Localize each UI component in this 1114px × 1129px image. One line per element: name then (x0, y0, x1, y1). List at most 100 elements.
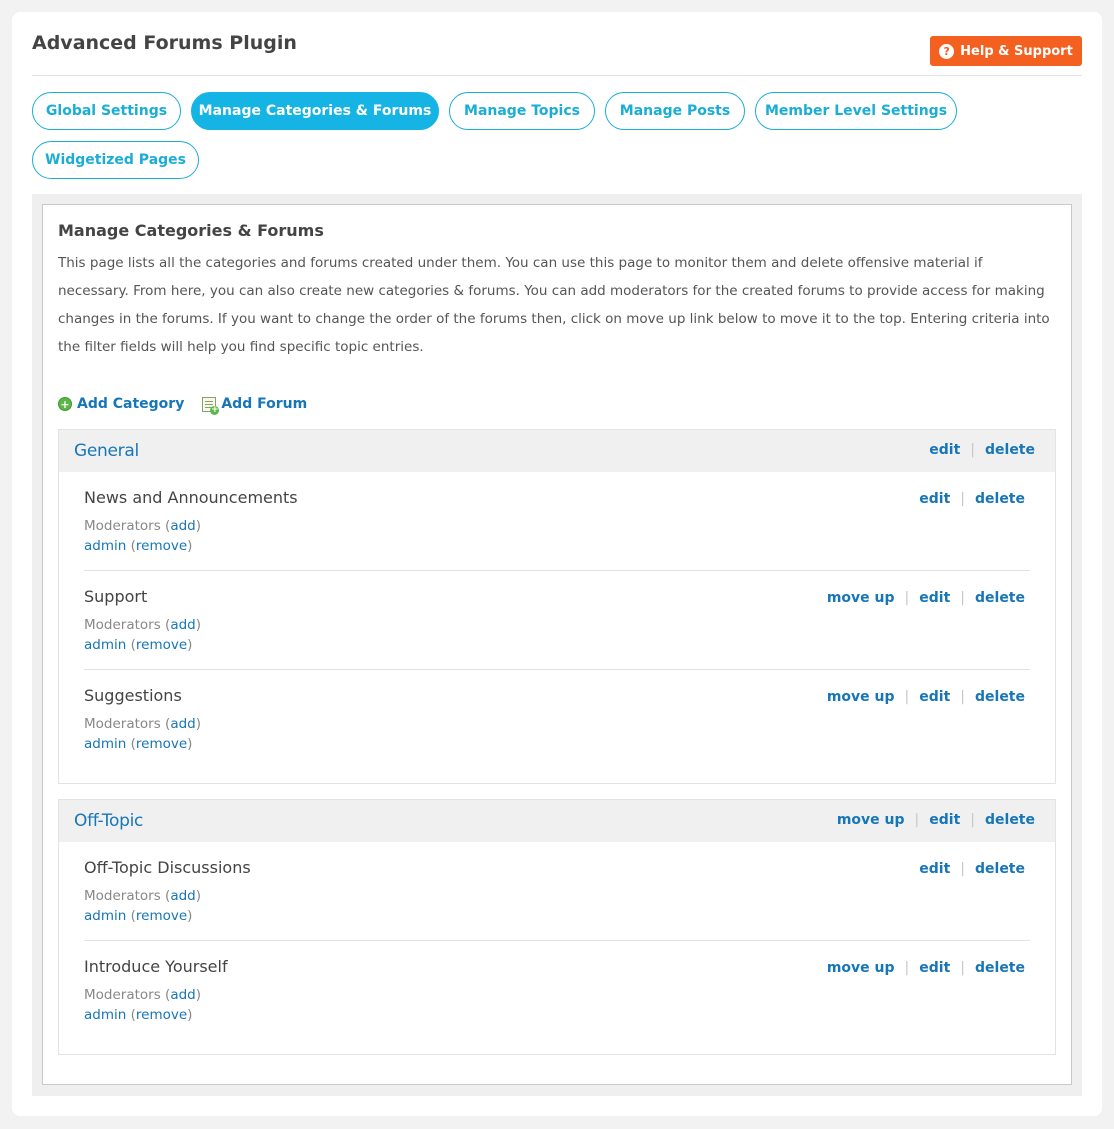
forum-name: Off-Topic Discussions (84, 858, 251, 877)
add-links: + Add Category Add Forum (58, 393, 307, 415)
plugin-card: Advanced Forums Plugin ? Help & Support … (12, 12, 1102, 1116)
add-moderator-link[interactable]: add (170, 518, 195, 534)
forum-actions: edit | delete (919, 491, 1025, 507)
delete-link[interactable]: delete (975, 689, 1025, 705)
tab-member-level-settings[interactable]: Member Level Settings (755, 92, 957, 130)
separator: | (970, 812, 975, 828)
paren: ) (187, 637, 193, 653)
moderator-entry: admin (remove) (84, 908, 192, 924)
edit-link[interactable]: edit (919, 491, 950, 507)
question-icon: ? (939, 43, 955, 59)
delete-link[interactable]: delete (975, 861, 1025, 877)
add-circle-icon: + (58, 397, 72, 411)
category-off-topic: Off-Topic move up | edit | delete Off-To… (58, 799, 1056, 1055)
paren: ) (195, 617, 202, 633)
remove-moderator-link[interactable]: remove (136, 538, 187, 554)
separator: | (904, 960, 910, 976)
moderator-entry: admin (remove) (84, 1007, 192, 1023)
edit-link[interactable]: edit (919, 960, 950, 976)
moderators-line: Moderators (add) (84, 888, 201, 904)
separator: | (914, 812, 920, 828)
moderators-line: Moderators (add) (84, 716, 201, 732)
edit-link[interactable]: edit (929, 442, 960, 458)
moderator-name[interactable]: admin (84, 736, 126, 752)
move-up-link[interactable]: move up (827, 590, 895, 606)
category-name[interactable]: Off-Topic (74, 811, 143, 831)
moderator-entry: admin (remove) (84, 736, 192, 752)
paren: ) (187, 1007, 193, 1023)
separator: | (960, 960, 965, 976)
tab-manage-posts[interactable]: Manage Posts (605, 92, 745, 130)
manage-panel: Manage Categories & Forums This page lis… (42, 204, 1072, 1085)
move-up-link[interactable]: move up (837, 812, 905, 828)
forum-name: News and Announcements (84, 488, 298, 507)
separator: | (960, 861, 965, 877)
moderator-name[interactable]: admin (84, 637, 126, 653)
delete-link[interactable]: delete (985, 812, 1035, 828)
forum-name: Support (84, 587, 148, 606)
add-moderator-link[interactable]: add (170, 987, 195, 1003)
moderators-label: Moderators (84, 518, 161, 534)
add-forum-label: Add Forum (221, 396, 308, 412)
separator: | (904, 689, 910, 705)
remove-moderator-link[interactable]: remove (136, 1007, 187, 1023)
move-up-link[interactable]: move up (827, 689, 895, 705)
separator: | (960, 491, 965, 507)
moderators-line: Moderators (add) (84, 617, 201, 633)
add-forum-link[interactable]: Add Forum (202, 396, 308, 415)
moderator-name[interactable]: admin (84, 538, 126, 554)
edit-link[interactable]: edit (919, 590, 950, 606)
tab-manage-categories-forums[interactable]: Manage Categories & Forums (191, 92, 439, 130)
remove-moderator-link[interactable]: remove (136, 908, 187, 924)
forum-name: Introduce Yourself (84, 957, 228, 976)
content-area: Manage Categories & Forums This page lis… (32, 194, 1082, 1096)
forum-actions: move up | edit | delete (827, 689, 1025, 705)
moderator-name[interactable]: admin (84, 1007, 126, 1023)
delete-link[interactable]: delete (985, 442, 1035, 458)
paren: ) (195, 987, 202, 1003)
add-moderator-link[interactable]: add (170, 617, 195, 633)
tab-global-settings[interactable]: Global Settings (32, 92, 181, 130)
delete-link[interactable]: delete (975, 491, 1025, 507)
add-moderator-link[interactable]: add (170, 716, 195, 732)
help-support-button[interactable]: ? Help & Support (930, 36, 1082, 66)
moderators-label: Moderators (84, 888, 161, 904)
delete-link[interactable]: delete (975, 960, 1025, 976)
tab-widgetized-pages[interactable]: Widgetized Pages (32, 141, 199, 179)
moderator-name[interactable]: admin (84, 908, 126, 924)
category-general: General edit | delete News and Announcem… (58, 429, 1056, 784)
add-moderator-link[interactable]: add (170, 888, 195, 904)
add-forum-icon (202, 396, 220, 415)
panel-description: This page lists all the categories and f… (58, 255, 1050, 355)
edit-link[interactable]: edit (929, 812, 960, 828)
forum-actions: move up | edit | delete (827, 960, 1025, 976)
moderators-label: Moderators (84, 987, 161, 1003)
category-name[interactable]: General (74, 441, 139, 461)
panel-title: Manage Categories & Forums (58, 221, 324, 240)
category-header: General edit | delete (59, 430, 1055, 472)
add-category-link[interactable]: + Add Category (58, 396, 184, 412)
forum-row: Introduce Yourself move up | edit | dele… (84, 941, 1030, 1040)
tab-manage-topics[interactable]: Manage Topics (449, 92, 595, 130)
edit-link[interactable]: edit (919, 689, 950, 705)
separator: | (960, 689, 965, 705)
moderators-label: Moderators (84, 716, 161, 732)
move-up-link[interactable]: move up (827, 960, 895, 976)
forum-row: Suggestions move up | edit | delete Mode… (84, 670, 1030, 769)
separator: | (960, 590, 965, 606)
separator: | (970, 442, 975, 458)
forum-actions: move up | edit | delete (827, 590, 1025, 606)
forum-row: Off-Topic Discussions edit | delete Mode… (84, 842, 1030, 941)
separator: | (904, 590, 910, 606)
remove-moderator-link[interactable]: remove (136, 637, 187, 653)
paren: ) (195, 888, 202, 904)
moderator-entry: admin (remove) (84, 637, 192, 653)
page-title: Advanced Forums Plugin (32, 32, 297, 54)
remove-moderator-link[interactable]: remove (136, 736, 187, 752)
delete-link[interactable]: delete (975, 590, 1025, 606)
forum-row: News and Announcements edit | delete Mod… (84, 472, 1030, 571)
edit-link[interactable]: edit (919, 861, 950, 877)
forum-actions: edit | delete (919, 861, 1025, 877)
moderators-line: Moderators (add) (84, 987, 201, 1003)
page-header: Advanced Forums Plugin ? Help & Support (32, 12, 1082, 76)
